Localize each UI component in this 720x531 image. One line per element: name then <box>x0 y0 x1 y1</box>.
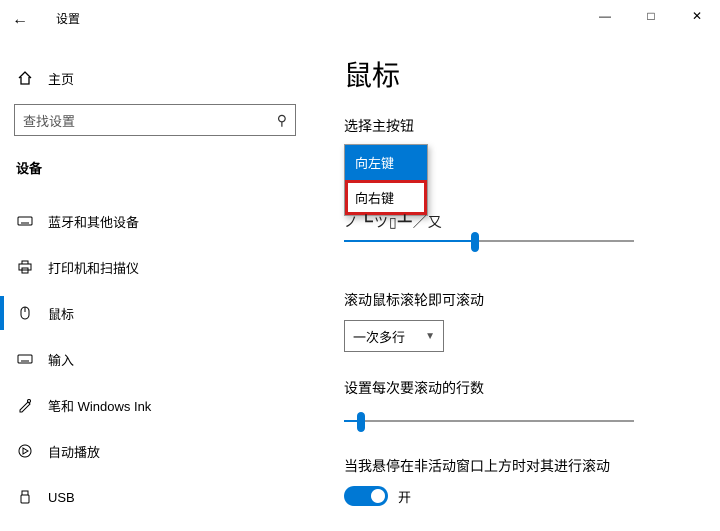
cursor-speed-slider[interactable] <box>344 230 634 254</box>
cursor-speed-label: ノ┗ツ▯┻／又 <box>344 212 443 232</box>
autoplay-icon <box>16 443 34 459</box>
keyboard2-icon <box>16 351 34 367</box>
sidebar-item-label: 打印机和扫描仪 <box>48 258 139 277</box>
sidebar-item-label: 输入 <box>48 350 74 369</box>
slider-thumb[interactable] <box>357 412 365 432</box>
sidebar-item-1[interactable]: 打印机和扫描仪 <box>0 244 320 290</box>
back-button[interactable]: ← <box>8 8 32 32</box>
primary-button-dropdown[interactable]: 向左键向右键 <box>344 144 428 216</box>
sidebar-item-label: 笔和 Windows Ink <box>48 396 151 415</box>
lines-per-scroll-slider[interactable] <box>344 410 634 434</box>
sidebar-item-4[interactable]: 笔和 Windows Ink <box>0 382 320 428</box>
titlebar: ← 设置 <box>0 0 320 36</box>
inactive-hover-toggle-row: 开 <box>344 486 674 506</box>
back-arrow-icon: ← <box>12 11 28 29</box>
sidebar-nav: 蓝牙和其他设备打印机和扫描仪鼠标输入笔和 Windows Ink 自动播放 USB <box>0 198 320 520</box>
sidebar-home[interactable]: 主页 <box>16 60 74 96</box>
primary-button-option-0[interactable]: 向左键 <box>345 145 427 180</box>
search-placeholder: 查找设置 <box>23 111 75 130</box>
slider-thumb[interactable] <box>471 232 479 252</box>
scroll-mode-value: 一次多行 <box>353 327 405 346</box>
slider-track <box>344 420 634 422</box>
keyboard-icon <box>16 213 34 229</box>
search-icon: ⚲ <box>277 112 287 129</box>
scroll-mode-select[interactable]: 一次多行 ▼ <box>344 320 444 352</box>
usb-icon <box>16 489 34 505</box>
scroll-mode-section: 滚动鼠标滚轮即可滚动 一次多行 ▼ <box>344 290 484 352</box>
pen-icon <box>16 397 34 413</box>
sidebar-home-label: 主页 <box>48 69 74 88</box>
sidebar-category: 设备 <box>16 158 42 177</box>
inactive-hover-label: 当我悬停在非活动窗口上方时对其进行滚动 <box>344 456 674 476</box>
chevron-down-icon: ▼ <box>425 331 435 342</box>
lines-per-scroll-label: 设置每次要滚动的行数 <box>344 378 634 398</box>
printer-icon <box>16 259 34 275</box>
scroll-mode-label: 滚动鼠标滚轮即可滚动 <box>344 290 484 310</box>
sidebar-item-label: 蓝牙和其他设备 <box>48 212 139 231</box>
lines-per-scroll-section: 设置每次要滚动的行数 <box>344 378 634 434</box>
sidebar-item-label: 鼠标 <box>48 304 74 323</box>
sidebar-item-label: USB <box>48 490 75 505</box>
sidebar-item-2[interactable]: 鼠标 <box>0 290 320 336</box>
slider-track <box>344 240 634 242</box>
main-content: 鼠标 选择主按钮 向左键向右键 ノ┗ツ▯┻／又 滚动鼠标滚轮即可滚动 一次多行 … <box>344 0 720 531</box>
primary-button-section: 选择主按钮 向左键向右键 <box>344 116 428 216</box>
sidebar: ← 设置 主页 查找设置 ⚲ 设备 蓝牙和其他设备打印机和扫描仪鼠标输入笔和 W… <box>0 0 320 531</box>
primary-button-option-1[interactable]: 向右键 <box>345 180 427 215</box>
sidebar-item-5[interactable]: 自动播放 <box>0 428 320 474</box>
mouse-icon <box>16 305 34 321</box>
inactive-hover-section: 当我悬停在非活动窗口上方时对其进行滚动 开 <box>344 456 674 506</box>
sidebar-item-label: 自动播放 <box>48 442 100 461</box>
page-title: 鼠标 <box>344 54 400 94</box>
window-title: 设置 <box>56 10 80 27</box>
sidebar-item-3[interactable]: 输入 <box>0 336 320 382</box>
primary-button-label: 选择主按钮 <box>344 116 428 136</box>
inactive-hover-state: 开 <box>398 487 411 506</box>
inactive-hover-toggle[interactable] <box>344 486 388 506</box>
slider-fill <box>344 240 475 242</box>
sidebar-item-0[interactable]: 蓝牙和其他设备 <box>0 198 320 244</box>
home-icon <box>16 70 34 86</box>
sidebar-item-6[interactable]: USB <box>0 474 320 520</box>
search-input[interactable]: 查找设置 ⚲ <box>14 104 296 136</box>
